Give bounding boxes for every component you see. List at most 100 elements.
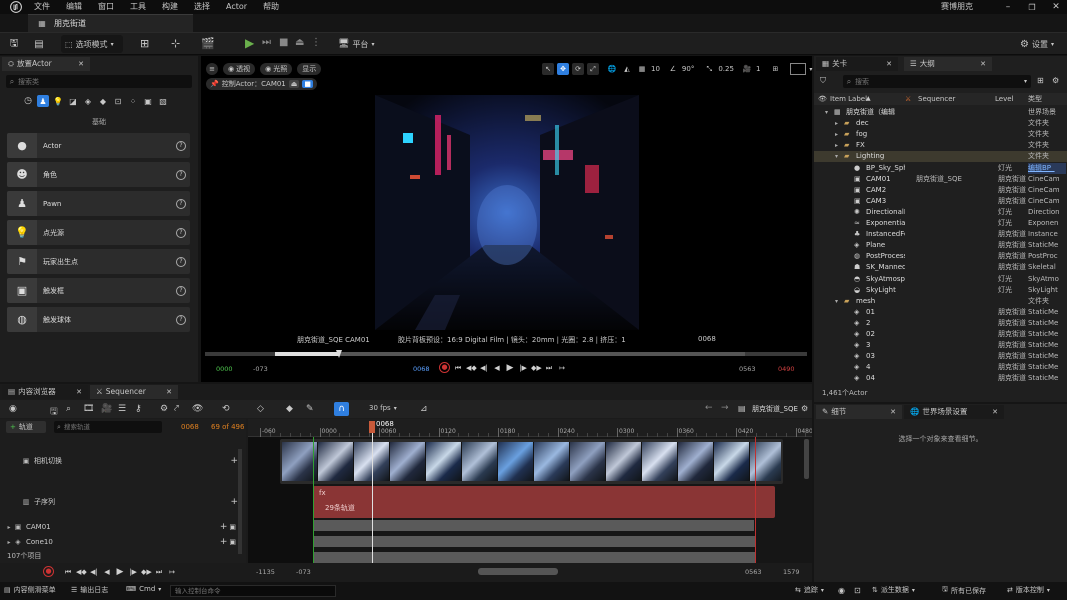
trace-button[interactable]: ⇆ 追踪 ▾ [795,585,824,595]
cinematics-icon[interactable]: 🎬 [201,37,215,50]
outliner-row[interactable]: ▾ ▦ 朋克街道（编辑 世界场景 [814,107,1067,118]
tab-content-browser[interactable]: ▤ 内容浏览器 ✕ [2,385,88,399]
track-search-box[interactable]: ⌕ [54,421,162,433]
key-interp-icon[interactable]: ⤤ [174,404,179,414]
outliner-row[interactable]: ◈ 04 朋克街道 StaticMe [814,373,1067,384]
outliner-row[interactable]: ☗ SK_Manneq 朋克街道 Skeletal [814,262,1067,273]
shapes-category-icon[interactable]: ▣ [142,95,154,107]
outliner-row[interactable]: ▣ CAM3 朋克街道 CineCam [814,196,1067,207]
tab-details[interactable]: ✎ 细节 ✕ [816,405,902,419]
show-button[interactable]: 显示 [297,63,322,75]
outliner-row[interactable]: ◒ SkyLight 灯光 SkyLight [814,285,1067,296]
settings-icon[interactable]: ⚙ [1052,76,1059,85]
outliner-row[interactable]: ✺ DirectionalLi 灯光 Direction [814,207,1067,218]
list-icon[interactable]: ☰ [118,404,126,414]
chevron-down-icon[interactable]: ▾ [809,66,812,73]
next-frame-icon[interactable]: |▶ [518,363,528,373]
camera-speed-icon[interactable]: 🎥 [741,63,753,75]
scale-tool-icon[interactable]: ⤢ [587,63,599,75]
console-input[interactable] [170,585,336,597]
col-level[interactable]: Level [995,93,1013,105]
save-sequence-icon[interactable]: 🖫 [50,404,58,420]
fps-select[interactable]: 30 fps ▾ [369,404,397,412]
next-key-icon[interactable]: ◆▶ [531,363,542,373]
keys-icon[interactable]: ⚷ [135,404,142,414]
prev-key-icon[interactable]: ◀◆ [466,363,477,373]
source-control-button[interactable]: ⇄ 版本控制 ▾ [1007,585,1050,595]
outliner-row[interactable]: ● BP_Sky_Sph 灯光 编辑BP_ [814,162,1067,174]
perspective-button[interactable]: ◉ 透视 [223,63,256,75]
geometry-category-icon[interactable]: ◆ [97,95,109,107]
help-icon[interactable]: ? [176,169,186,180]
curve-editor-icon[interactable]: ⊿ [420,404,428,414]
save-icon[interactable]: 🖫 [8,38,20,50]
cmd-select[interactable]: ⌨ Cmd ▾ [126,585,161,593]
sequencer-track[interactable]: ▥ 子序列 + [0,496,240,508]
scale-snap-icon[interactable]: ⤡ [703,63,715,75]
add-key-icon[interactable]: + [230,497,238,507]
tab-place-actor[interactable]: ⛭ 放置Actor ✕ [2,57,90,71]
actor-item[interactable]: ◍ 触发球体 ? [7,307,190,332]
help-icon[interactable]: ? [176,227,186,238]
tab-world-settings[interactable]: 🌐 世界场景设置 ✕ [904,405,1004,419]
camera-cut-track[interactable] [280,439,783,484]
add-track-button[interactable]: + 轨道 [6,421,46,433]
menu-item[interactable]: Actor [218,0,255,14]
world-space-icon[interactable]: 🌐 [606,63,618,75]
add-key-icon[interactable]: + [220,522,228,532]
menu-item[interactable]: 帮助 [255,0,287,14]
menu-item[interactable]: 窗口 [90,0,122,14]
col-type[interactable]: 类型 [1028,93,1042,105]
lights-category-icon[interactable]: 💡 [52,95,64,107]
tab-sequencer[interactable]: ⚔ Sequencer ✕ [90,385,178,399]
find-icon[interactable]: ⌕ [66,404,71,414]
menu-item[interactable]: 编辑 [58,0,90,14]
col-item-label[interactable]: Item Label [830,93,867,105]
prev-frame-icon[interactable]: ◀| [479,363,489,373]
play-forward-icon[interactable]: ▶ [505,363,515,373]
view-range-right[interactable]: 1579 [783,568,800,576]
outliner-row[interactable]: ◈ 3 朋克街道 StaticMe [814,340,1067,351]
outliner-row[interactable]: ◈ 03 朋克街道 StaticMe [814,351,1067,362]
camera-icon[interactable]: ▣ [229,538,236,546]
loop-icon[interactable]: ↦ [557,363,567,373]
menu-item[interactable]: 构建 [154,0,186,14]
auto-key-icon[interactable]: ◆ [286,404,293,414]
play-icon[interactable]: ▶ [245,36,254,50]
play-forward-icon[interactable]: ▶ [115,567,125,577]
settings-button[interactable]: ⚙ 设置 ▾ [1016,35,1058,53]
allclasses-category-icon[interactable]: ⁘ [127,95,139,107]
outliner-row[interactable]: ◈ 2 朋克街道 StaticMe [814,318,1067,329]
grid-snap-value[interactable]: 10 [651,65,660,73]
close-tab-icon[interactable]: ✕ [890,405,896,419]
viewport[interactable]: ≡ ◉ 透视 ◉ 光照 显示 📌 控制Actor：CAM01 ⏏ ■ ↖ ✥ ⟳… [201,56,812,382]
move-tool-icon[interactable]: ✥ [557,63,569,75]
outliner-search-input[interactable] [855,77,1015,86]
world-select-icon[interactable]: ◉ [9,404,17,414]
render-movie-icon[interactable]: 🎞 [83,404,94,414]
forward-icon[interactable]: → [721,403,729,413]
expand-arrow-icon[interactable]: ▾ [825,107,833,118]
snap-icon[interactable]: ∩ [334,402,349,416]
outliner-row[interactable]: ♣ InstancedFo 朋克街道 Instance [814,229,1067,240]
sequencer-track[interactable]: ▸ ◈ Cone10 + ▣ [0,536,240,548]
menu-item[interactable]: 工具 [122,0,154,14]
skip-start-icon[interactable]: ⏮ [63,567,73,577]
pilot-actor-bar[interactable]: 📌 控制Actor：CAM01 ⏏ ■ [206,78,318,90]
cone10-section[interactable] [313,536,755,547]
help-icon[interactable]: ? [176,198,186,209]
expand-arrow-icon[interactable]: ▸ [835,118,843,129]
add-actor-icon[interactable]: ⊞ [140,37,149,50]
rotate-tool-icon[interactable]: ⟳ [572,63,584,75]
close-tab-icon[interactable]: ✕ [78,57,84,71]
blueprint-icon[interactable]: ⊹ [171,37,180,50]
maximize-viewport-icon[interactable]: ⊞ [769,63,781,75]
working-range-out[interactable]: 0563 [745,568,762,576]
volumes-category-icon[interactable]: ⊡ [112,95,124,107]
filter-icon[interactable]: ⛉ [820,76,826,86]
output-log-button[interactable]: ☰ 输出日志 [71,585,108,595]
save-status-button[interactable]: 🖫 所有已保存 [942,585,986,596]
outliner-search-box[interactable]: ⌕ ▾ [843,75,1031,88]
help-icon[interactable]: ? [176,314,186,325]
viewport-scrub-bar[interactable] [205,350,807,358]
